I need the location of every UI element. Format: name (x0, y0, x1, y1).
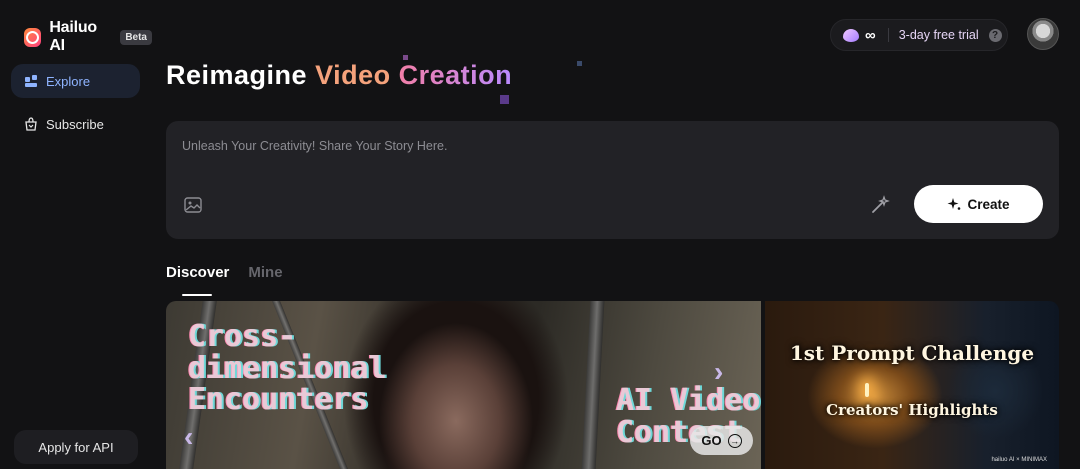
decor-pixel (577, 61, 582, 66)
banner-title-line: Cross- (188, 319, 297, 354)
create-button[interactable]: Create (914, 185, 1043, 223)
sidebar-item-label: Explore (46, 73, 91, 89)
chevron-left-icon: ‹ (184, 421, 194, 452)
sidebar: Hailuo AI Beta Explore Subscribe Apply f… (0, 0, 152, 469)
arrow-right-icon: → (727, 433, 742, 448)
content-tabs: Discover Mine (166, 264, 283, 296)
apply-for-api-button[interactable]: Apply for API (14, 430, 138, 464)
prompt-box: Create (166, 121, 1059, 239)
title-part-reimagine: Reimagine (166, 60, 308, 90)
image-upload-icon[interactable] (183, 195, 203, 215)
decor-pixel (403, 55, 408, 60)
page-title: Reimagine Video Creation (166, 60, 512, 91)
banner-cross-dimensional[interactable]: Cross- dimensional Encounters AI Video C… (166, 301, 761, 469)
banner-subtitle-line: AI Video (616, 383, 761, 418)
go-label: GO (701, 433, 722, 448)
gem-icon (843, 28, 859, 42)
title-part-video: Video (315, 60, 391, 90)
hailuo-logo-icon (24, 27, 42, 47)
banner-prompt-challenge[interactable]: 1st Prompt Challenge Creators' Highlight… (765, 301, 1059, 469)
avatar[interactable] (1027, 18, 1059, 50)
magic-wand-icon[interactable] (869, 194, 891, 216)
tab-discover[interactable]: Discover (166, 264, 229, 296)
prompt-input[interactable] (182, 139, 882, 153)
brand-name: Hailuo AI (49, 19, 98, 54)
explore-icon (24, 74, 38, 88)
tab-mine[interactable]: Mine (248, 264, 282, 281)
subscribe-icon (24, 117, 38, 131)
sidebar-item-label: Subscribe (46, 116, 104, 132)
sidebar-item-explore[interactable]: Explore (11, 64, 140, 98)
beta-badge: Beta (120, 29, 152, 45)
decor-pixel (500, 95, 509, 104)
banner-title: Cross- dimensional Encounters (188, 321, 387, 416)
decor-frame (581, 301, 605, 469)
partner-footer: hailuo AI × MINIMAX (991, 457, 1047, 463)
create-label: Create (967, 196, 1010, 212)
brand-logo[interactable]: Hailuo AI Beta (24, 19, 152, 55)
sparkle-icon (947, 198, 961, 210)
banner-title-line: Encounters (188, 382, 369, 417)
go-button[interactable]: GO → (690, 426, 753, 455)
banner-title-line: dimensional (188, 350, 387, 386)
title-part-creation: Creation (398, 60, 513, 90)
free-trial-pill[interactable]: ∞ 3-day free trial ? (830, 19, 1008, 51)
chevron-right-icon: › (714, 356, 724, 387)
candle-glow (865, 383, 869, 397)
challenge-title: 1st Prompt Challenge (789, 341, 1035, 365)
challenge-subtitle: Creators' Highlights (826, 401, 998, 419)
sidebar-item-subscribe[interactable]: Subscribe (11, 107, 140, 141)
help-icon[interactable]: ? (988, 28, 1002, 42)
trial-label: 3-day free trial (898, 28, 979, 42)
credits-value: ∞ (865, 26, 876, 44)
divider (887, 28, 889, 42)
